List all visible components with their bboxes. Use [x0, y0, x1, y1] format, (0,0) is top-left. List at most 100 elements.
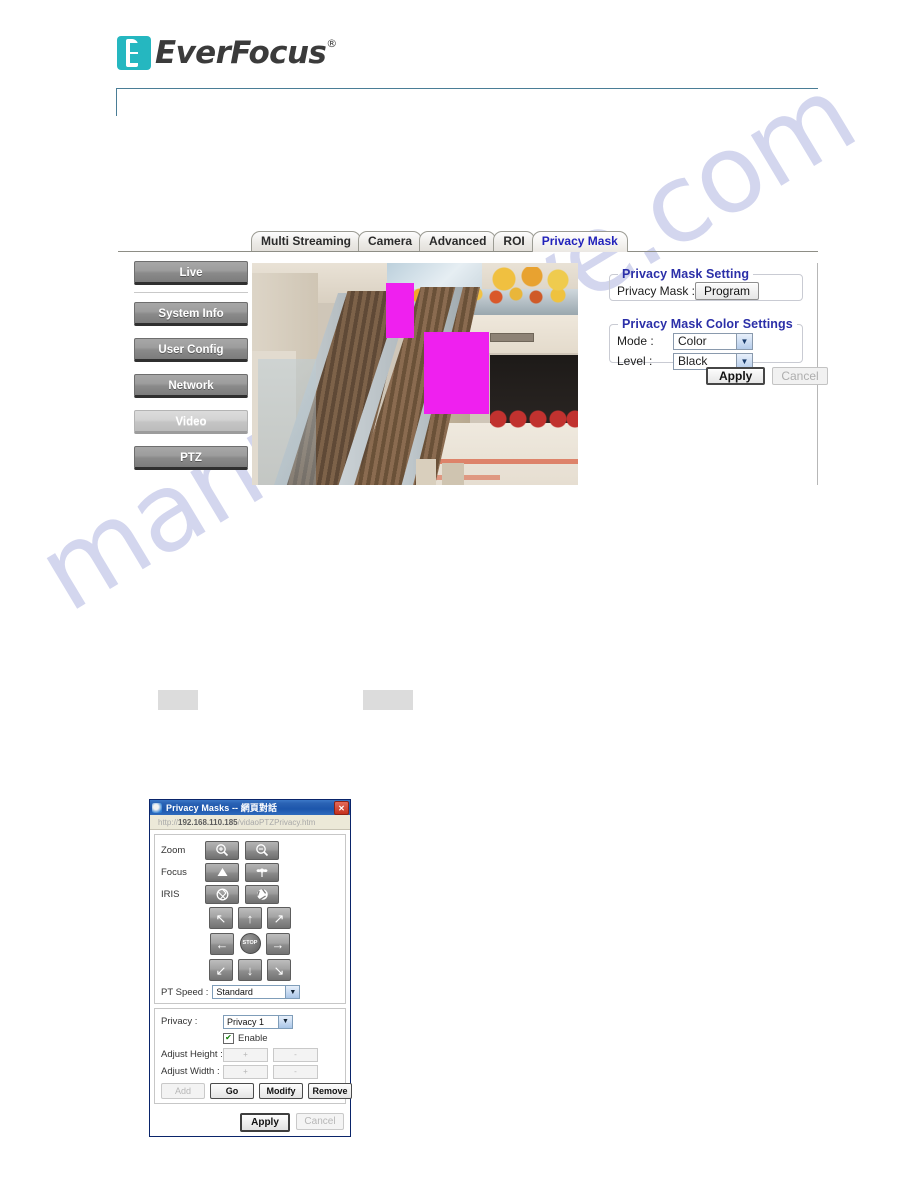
chevron-down-icon: ▼: [278, 1015, 292, 1028]
everfocus-logo: EverFocus®: [117, 36, 337, 70]
tab-bar-rule: [118, 251, 818, 252]
sidebar-item-live[interactable]: Live: [134, 261, 248, 285]
mode-row: Mode : Color ▼: [610, 331, 802, 351]
tab-multi-streaming[interactable]: Multi Streaming: [251, 231, 362, 252]
privacy-mask-setting-group: Privacy Mask Setting Privacy Mask : Prog…: [609, 267, 803, 301]
sidebar-item-video[interactable]: Video: [134, 410, 248, 434]
scene-vent: [490, 333, 534, 342]
privacy-label: Privacy :: [161, 1016, 198, 1027]
privacy-mask-setting-legend: Privacy Mask Setting: [622, 267, 750, 281]
adjust-height-label: Adjust Height :: [161, 1049, 223, 1060]
pad-row-bottom: ↙ ↓ ↘: [161, 959, 339, 981]
remove-button[interactable]: Remove: [308, 1083, 352, 1099]
privacy-action-row: Add Go Modify Remove: [161, 1083, 352, 1099]
everfocus-logo-text: EverFocus®: [155, 36, 337, 70]
settings-panel: Privacy Mask Setting Privacy Mask : Prog…: [596, 263, 828, 485]
iris-close-button[interactable]: [245, 884, 279, 904]
pan-right-button[interactable]: →: [266, 933, 290, 955]
iris-open-button[interactable]: [205, 884, 239, 904]
zoom-row: Zoom: [161, 839, 339, 861]
privacy-mask-region-1[interactable]: [386, 283, 414, 338]
mountain-icon: [217, 868, 227, 876]
enable-checkbox[interactable]: ✔: [223, 1032, 234, 1044]
tab-advanced[interactable]: Advanced: [419, 231, 497, 252]
aperture-close-icon: [256, 888, 268, 900]
sidebar-item-user-config[interactable]: User Config: [134, 338, 248, 362]
privacy-select-value: Privacy 1: [227, 1016, 265, 1027]
mode-select-value: Color: [678, 334, 707, 348]
redacted-text-block-1: [158, 690, 198, 710]
mode-label: Mode :: [617, 334, 654, 348]
registered-mark: ®: [326, 37, 337, 50]
sidebar-item-network[interactable]: Network: [134, 374, 248, 398]
sidebar-item-ptz[interactable]: PTZ: [134, 446, 248, 470]
dialog-title: Privacy Masks -- 網頁對話: [166, 803, 278, 813]
scene-planter-2: [442, 463, 464, 485]
sidebar-item-system-info[interactable]: System Info: [134, 302, 248, 326]
apply-button[interactable]: Apply: [706, 367, 766, 385]
privacy-mask-row: Privacy Mask : Program: [610, 281, 802, 301]
focus-far-button[interactable]: [205, 862, 239, 882]
adjust-width-minus-button: -: [273, 1064, 318, 1079]
device-web-ui: Multi Streaming Camera Advanced ROI Priv…: [118, 230, 828, 492]
scene-glass-balustrade: [258, 359, 316, 485]
video-preview[interactable]: [252, 263, 578, 485]
enable-label: Enable: [238, 1032, 268, 1044]
level-select-value: Black: [678, 354, 708, 368]
privacy-mask-region-2[interactable]: [424, 332, 489, 414]
adjust-width-row: Adjust Width : + -: [161, 1063, 339, 1080]
dialog-title-bar[interactable]: Privacy Masks -- 網頁對話 ✕: [150, 800, 350, 815]
adjust-width-plus-button: +: [223, 1064, 268, 1079]
tab-camera[interactable]: Camera: [358, 231, 423, 252]
brand-name: EverFocus: [155, 35, 327, 71]
go-button[interactable]: Go: [210, 1083, 254, 1099]
zoom-in-button[interactable]: [205, 840, 239, 860]
pan-tilt-pad: ↖ ↑ ↗ ← STOP → ↙ ↓ ↘: [161, 907, 339, 981]
focus-near-button[interactable]: [245, 862, 279, 882]
url-path: /vidaoPTZPrivacy.htm: [237, 817, 316, 827]
sidebar-separator: [134, 292, 248, 293]
url-prefix: http://: [158, 817, 179, 827]
adjust-height-plus-button: +: [223, 1047, 268, 1062]
level-label: Level :: [617, 354, 653, 368]
modify-button[interactable]: Modify: [259, 1083, 303, 1099]
header-rule-tick: [116, 88, 117, 116]
pan-up-right-button[interactable]: ↗: [267, 907, 291, 929]
tab-roi[interactable]: ROI: [493, 231, 535, 252]
pt-speed-select[interactable]: Standard ▼: [212, 985, 301, 999]
pt-speed-label: PT Speed :: [161, 986, 209, 998]
privacy-select[interactable]: Privacy 1 ▼: [223, 1014, 293, 1029]
privacy-mask-label: Privacy Mask :: [617, 284, 696, 298]
pt-speed-row: PT Speed : Standard ▼: [161, 985, 339, 999]
close-icon[interactable]: ✕: [334, 801, 349, 815]
pan-left-button[interactable]: ←: [210, 933, 234, 955]
cancel-button: Cancel: [772, 367, 828, 385]
sidebar: Live System Info User Config Network Vid…: [134, 261, 250, 482]
dialog-apply-button[interactable]: Apply: [240, 1113, 290, 1132]
redacted-text-block-2: [363, 690, 413, 710]
pan-down-right-button[interactable]: ↘: [267, 959, 291, 981]
tab-bar: Multi Streaming Camera Advanced ROI Priv…: [251, 230, 628, 252]
zoom-out-button[interactable]: [245, 840, 279, 860]
privacy-select-row: Privacy : Privacy 1 ▼: [161, 1013, 339, 1030]
tilt-up-button[interactable]: ↑: [238, 907, 262, 929]
privacy-masks-dialog: Privacy Masks -- 網頁對話 ✕ http://192.168.1…: [149, 799, 352, 1137]
pan-down-left-button[interactable]: ↙: [209, 959, 233, 981]
adjust-height-row: Adjust Height : + -: [161, 1046, 339, 1063]
url-host: 192.168.110.185: [178, 817, 238, 827]
focus-label: Focus: [161, 866, 187, 878]
mode-select[interactable]: Color ▼: [673, 332, 753, 350]
enable-row: ✔ Enable: [161, 1030, 339, 1046]
everfocus-logo-mark-icon: [117, 36, 151, 70]
tab-privacy-mask[interactable]: Privacy Mask: [531, 231, 628, 252]
privacy-settings-card: Privacy : Privacy 1 ▼ ✔ Enable Adjust He…: [154, 1008, 352, 1104]
dialog-body: Zoom Focus IRIS ↖ ↑ ↗ ← STOP → ↙ ↓ ↘ PT …: [150, 830, 352, 1110]
tilt-down-button[interactable]: ↓: [238, 959, 262, 981]
scene-red-chairs: [490, 409, 578, 431]
scene-hanging-decor: [492, 267, 578, 293]
ptz-control-card: Zoom Focus IRIS ↖ ↑ ↗ ← STOP → ↙ ↓ ↘ PT …: [154, 834, 346, 1004]
pan-up-left-button[interactable]: ↖: [209, 907, 233, 929]
stop-button[interactable]: STOP: [239, 932, 261, 954]
program-button[interactable]: Program: [695, 282, 760, 300]
header-rule: [116, 88, 818, 89]
